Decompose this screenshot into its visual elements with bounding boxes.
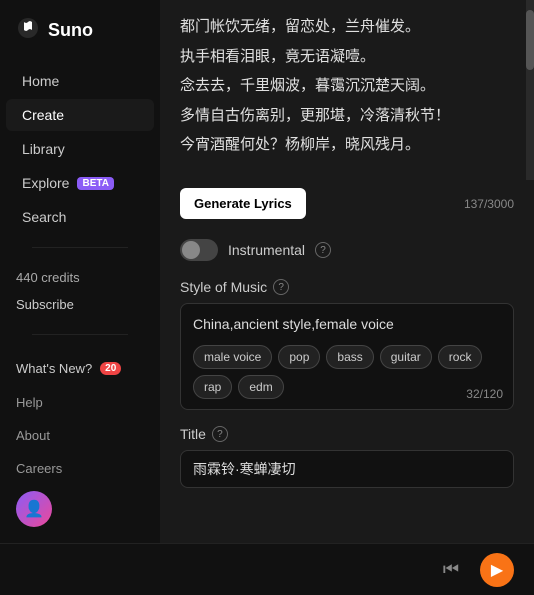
beta-badge: BETA xyxy=(77,177,113,190)
careers-link[interactable]: Careers xyxy=(16,458,144,479)
lyrics-area[interactable]: 都门帐饮无绪，留恋处，兰舟催发。 执手相看泪眼，竟无语凝噎。 念去去，千里烟波，… xyxy=(160,0,534,180)
subscribe-button[interactable]: Subscribe xyxy=(16,297,144,312)
lyrics-line-5: 今宵酒醒何处？杨柳岸，晓风残月。 xyxy=(180,132,514,158)
title-help-icon[interactable]: ? xyxy=(212,426,228,442)
style-input-area[interactable]: China,ancient style,female voice male vo… xyxy=(180,303,514,410)
whats-new-item[interactable]: What's New? 20 xyxy=(16,357,144,380)
title-header: Title ? xyxy=(180,426,514,442)
title-label: Title xyxy=(180,426,206,442)
style-text[interactable]: China,ancient style,female voice xyxy=(193,314,501,335)
title-section: Title ? xyxy=(160,422,534,496)
generate-row: Generate Lyrics 137/3000 xyxy=(160,180,534,231)
lyrics-char-count: 137/3000 xyxy=(464,197,514,211)
sidebar-item-label: Explore xyxy=(22,175,69,191)
style-tag-6[interactable]: edm xyxy=(238,375,283,399)
generate-lyrics-button[interactable]: Generate Lyrics xyxy=(180,188,306,219)
sidebar-bottom: 440 credits Subscribe What's New? 20 Hel… xyxy=(0,237,160,527)
sidebar-nav: Home Create Library Explore BETA Search xyxy=(0,65,160,233)
style-tag-4[interactable]: rock xyxy=(438,345,483,369)
sidebar-item-search[interactable]: Search xyxy=(6,201,154,233)
toggle-knob xyxy=(182,241,200,259)
avatar-icon: 👤 xyxy=(24,499,44,519)
main-content: 都门帐饮无绪，留恋处，兰舟催发。 执手相看泪眼，竟无语凝噎。 念去去，千里烟波，… xyxy=(160,0,534,543)
sidebar-item-label: Search xyxy=(22,209,66,225)
sidebar-item-create[interactable]: Create xyxy=(6,99,154,131)
sidebar-item-home[interactable]: Home xyxy=(6,65,154,97)
instrumental-help-icon[interactable]: ? xyxy=(315,242,331,258)
bottom-player: ⏮ ▶ xyxy=(0,543,534,595)
title-input[interactable] xyxy=(180,450,514,488)
sidebar-item-label: Create xyxy=(22,107,64,123)
instrumental-toggle[interactable] xyxy=(180,239,218,261)
style-tag-3[interactable]: guitar xyxy=(380,345,432,369)
lyrics-line-3: 念去去，千里烟波，暮霭沉沉楚天阔。 xyxy=(180,73,514,99)
user-avatar[interactable]: 👤 xyxy=(16,491,52,527)
lyrics-line-4: 多情自古伤离别，更那堪，冷落清秋节！ xyxy=(180,103,514,129)
style-tag-2[interactable]: bass xyxy=(326,345,373,369)
whats-new-label: What's New? xyxy=(16,361,92,376)
style-tag-1[interactable]: pop xyxy=(278,345,320,369)
play-button[interactable]: ▶ xyxy=(480,553,514,587)
instrumental-label: Instrumental xyxy=(228,242,305,258)
about-link[interactable]: About xyxy=(16,425,144,446)
play-icon: ▶ xyxy=(491,560,503,580)
divider xyxy=(32,247,128,248)
sidebar-item-label: Library xyxy=(22,141,65,157)
logo: Suno xyxy=(0,16,160,65)
style-tag-5[interactable]: rap xyxy=(193,375,232,399)
skip-back-icon: ⏮ xyxy=(443,559,459,580)
logo-icon xyxy=(16,16,40,45)
lyrics-line-1: 都门帐饮无绪，留恋处，兰舟催发。 xyxy=(180,14,514,40)
credits-text: 440 credits xyxy=(16,270,144,285)
logo-text: Suno xyxy=(48,20,93,41)
sidebar-item-label: Home xyxy=(22,73,59,89)
lyrics-scrollbar[interactable] xyxy=(526,0,534,180)
style-tag-0[interactable]: male voice xyxy=(193,345,272,369)
style-tags: male voice pop bass guitar rock rap edm xyxy=(193,345,501,399)
help-link[interactable]: Help xyxy=(16,392,144,413)
sidebar: Suno Home Create Library Explore BETA Se… xyxy=(0,0,160,543)
sidebar-item-library[interactable]: Library xyxy=(6,133,154,165)
style-section-label: Style of Music xyxy=(180,279,267,295)
style-char-count: 32/120 xyxy=(466,387,503,401)
lyrics-line-2: 执手相看泪眼，竟无语凝噎。 xyxy=(180,44,514,70)
style-help-icon[interactable]: ? xyxy=(273,279,289,295)
notification-badge: 20 xyxy=(100,362,121,375)
style-section-header: Style of Music ? xyxy=(160,275,534,303)
sidebar-item-explore[interactable]: Explore BETA xyxy=(6,167,154,199)
divider-2 xyxy=(32,334,128,335)
instrumental-row: Instrumental ? xyxy=(160,231,534,275)
skip-back-button[interactable]: ⏮ xyxy=(434,553,468,587)
lyrics-container: 都门帐饮无绪，留恋处，兰舟催发。 执手相看泪眼，竟无语凝噎。 念去去，千里烟波，… xyxy=(160,0,534,180)
scrollbar-thumb xyxy=(526,10,534,70)
